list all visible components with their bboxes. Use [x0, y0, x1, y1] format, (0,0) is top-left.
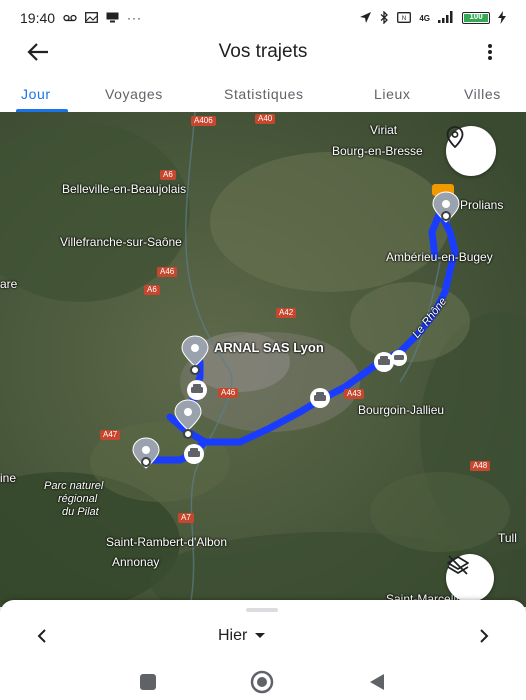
car-stop-icon: [374, 352, 394, 372]
car-stop-icon: [187, 380, 207, 400]
tab-label: Jour: [21, 86, 51, 102]
layers-toggle-button[interactable]: [446, 554, 494, 602]
tab-lieux[interactable]: Lieux: [374, 76, 410, 112]
road-shield-a47: A47: [100, 430, 121, 440]
date-navigation-sheet: Hier: [0, 600, 526, 660]
map-label-st-rambert: Saint-Rambert-d'Albon: [106, 535, 228, 549]
tab-jour[interactable]: Jour: [21, 76, 51, 112]
system-navigation-bar: [0, 660, 526, 700]
road-shield-a42: A42: [276, 308, 297, 318]
page-title: Vos trajets: [218, 41, 308, 62]
map-label-villefranche: Villefranche-sur-Saône: [60, 235, 182, 249]
map-label-belleville: Belleville-en-Beaujolais: [62, 182, 187, 196]
map-pin-icon: [446, 126, 464, 148]
recents-button[interactable]: [136, 670, 160, 694]
tab-villes[interactable]: Villes: [464, 76, 501, 112]
overflow-menu-button[interactable]: [480, 40, 500, 64]
caret-down-icon: [255, 633, 266, 638]
sheet-drag-handle[interactable]: [246, 608, 278, 612]
status-bar: 19:40 ··· N 4G 100: [0, 0, 526, 36]
location-arrow-icon: [359, 11, 372, 26]
app-bar: Vos trajets: [0, 36, 526, 68]
places-button[interactable]: [446, 126, 496, 176]
date-selector[interactable]: Hier: [218, 624, 266, 648]
more-vert-icon: [488, 44, 492, 60]
bluetooth-icon: [380, 9, 389, 26]
previous-day-button[interactable]: [30, 624, 54, 648]
map-label-amberieu: Ambérieu-en-Bugey: [386, 250, 493, 264]
next-day-button[interactable]: [472, 624, 496, 648]
tab-label: Statistiques: [224, 86, 304, 102]
map-label-viriat: Viriat: [370, 123, 398, 137]
road-shield-a406: A406: [191, 116, 216, 126]
tab-label: Villes: [464, 86, 501, 102]
charging-icon: [498, 10, 506, 26]
signal-icon: [438, 11, 454, 25]
road-shield-a6: A6: [160, 170, 176, 180]
layers-off-icon: [447, 555, 469, 575]
road-shield-a6: A6: [144, 285, 160, 295]
date-label: Hier: [218, 627, 248, 644]
battery-label: 100: [469, 12, 483, 21]
tab-bar: Jour Voyages Statistiques Lieux Villes: [0, 76, 526, 112]
tab-statistiques[interactable]: Statistiques: [224, 76, 304, 112]
map-label-are: are: [0, 277, 18, 291]
road-shield-a40: A40: [255, 114, 276, 124]
triangle-back-icon: [370, 674, 384, 690]
map-label-pilat-2: régional: [58, 493, 98, 505]
road-shield-a43: A43: [344, 389, 365, 399]
tab-voyages[interactable]: Voyages: [105, 76, 163, 112]
chevron-left-icon: [37, 629, 46, 643]
home-button[interactable]: [250, 670, 274, 694]
car-stop-icon: [391, 350, 407, 366]
status-time: 19:40: [20, 10, 56, 26]
square-icon: [140, 674, 156, 690]
map-label-pilat-1: Parc naturel: [44, 480, 104, 492]
map-label-bourgoin: Bourgoin-Jallieu: [358, 403, 445, 417]
map-view[interactable]: Viriat Bourg-en-Bresse Belleville-en-Bea…: [0, 112, 526, 607]
map-label-annonay: Annonay: [112, 555, 160, 569]
map-label-arnal: ARNAL SAS Lyon: [214, 340, 324, 355]
back-nav-button[interactable]: [365, 670, 389, 694]
map-label-ine: ine: [0, 471, 17, 485]
tab-label: Voyages: [105, 86, 163, 102]
battery-icon: 100: [462, 12, 490, 24]
svg-text:N: N: [402, 16, 406, 22]
road-shield-a46: A46: [157, 267, 178, 277]
road-shield-a48: A48: [470, 461, 491, 471]
cast-icon: [106, 12, 119, 25]
chevron-right-icon: [480, 629, 489, 643]
more-dots-icon: ···: [127, 11, 143, 25]
network-label: 4G: [419, 13, 430, 23]
map-label-proliance: Prolians: [460, 198, 504, 212]
car-stop-icon: [310, 388, 330, 408]
voicemail-icon: [63, 12, 77, 24]
road-shield-a7: A7: [178, 513, 194, 523]
road-shield-a46: A46: [218, 388, 239, 398]
circle-icon: [250, 670, 274, 694]
map-label-pilat-3: du Pilat: [62, 506, 99, 518]
map-label-bourg-en-bresse: Bourg-en-Bresse: [332, 144, 423, 158]
gallery-icon: [85, 11, 98, 25]
car-stop-icon: [184, 444, 204, 464]
nfc-icon: N: [397, 11, 412, 25]
tab-label: Lieux: [374, 86, 411, 102]
map-label-tull: Tull: [498, 531, 517, 545]
